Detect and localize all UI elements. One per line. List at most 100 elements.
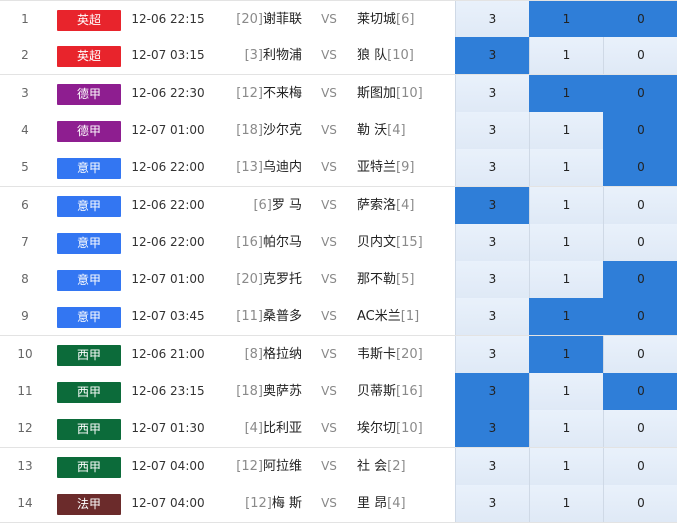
home-rank: [3] <box>244 48 263 64</box>
away-team-name: 莱切城 <box>357 12 397 27</box>
row-index: 8 <box>21 272 29 287</box>
away-team-name: 社 会 <box>357 458 388 474</box>
home-rank: [20] <box>236 272 263 288</box>
away-team: 社 会[2] <box>357 448 452 485</box>
odds-draw-button[interactable]: 1 <box>529 74 603 112</box>
away-team: AC米兰[1] <box>357 298 452 335</box>
odds-lose-button[interactable]: 0 <box>603 186 677 224</box>
vs-label: VS <box>321 272 337 287</box>
row-index: 9 <box>21 309 29 324</box>
table-row: 7 意甲 12-06 22:00 [16]帕尔马 VS 贝内文[15] 3 1 … <box>0 223 677 262</box>
odds-win-button[interactable]: 3 <box>455 484 529 522</box>
home-team: [18]沙尔克 <box>210 112 302 149</box>
odds-lose-button[interactable]: 0 <box>603 373 677 410</box>
odds-win-button[interactable]: 3 <box>455 298 529 336</box>
odds-draw-button[interactable]: 1 <box>529 373 603 410</box>
odds-win-button[interactable]: 3 <box>455 261 529 299</box>
odds-win-button[interactable]: 3 <box>455 373 529 410</box>
odds-lose-button[interactable]: 0 <box>603 149 677 187</box>
odds-win-button[interactable]: 3 <box>455 74 529 112</box>
odds-lose-button[interactable]: 0 <box>603 484 677 522</box>
away-team-name: 斯图加 <box>357 85 397 101</box>
odds-win-button[interactable]: 3 <box>455 447 529 485</box>
league-badge[interactable]: 西甲 <box>57 382 121 403</box>
home-team-name: 帕尔马 <box>262 234 302 250</box>
home-rank: [8] <box>244 346 263 362</box>
odds-draw-button[interactable]: 1 <box>529 335 603 373</box>
odds-win-button[interactable]: 3 <box>455 335 529 373</box>
odds-lose-button[interactable]: 0 <box>603 37 677 75</box>
odds-draw-button[interactable]: 1 <box>529 261 603 299</box>
league-badge[interactable]: 西甲 <box>57 344 121 366</box>
league-badge[interactable]: 意甲 <box>57 307 121 329</box>
league-badge[interactable]: 意甲 <box>57 195 121 217</box>
odds-win-button[interactable]: 3 <box>455 186 529 224</box>
league-badge[interactable]: 意甲 <box>57 158 121 180</box>
vs-label: VS <box>321 48 337 63</box>
odds-lose-button[interactable]: 0 <box>603 447 677 485</box>
odds-win-button[interactable]: 3 <box>455 223 529 261</box>
league-badge[interactable]: 西甲 <box>57 419 121 441</box>
away-team-name: AC米兰 <box>357 309 401 325</box>
odds-draw-button[interactable]: 1 <box>529 298 603 336</box>
odds-lose-button[interactable]: 0 <box>603 74 677 112</box>
odds-draw-button[interactable]: 1 <box>529 111 603 149</box>
away-team: 斯图加[10] <box>357 75 452 112</box>
league-badge[interactable]: 德甲 <box>57 83 121 105</box>
odds-draw-button[interactable]: 1 <box>529 37 603 75</box>
odds-lose-button[interactable]: 0 <box>603 335 677 373</box>
league-badge[interactable]: 意甲 <box>57 232 121 254</box>
odds-lose-button[interactable]: 0 <box>603 298 677 336</box>
vs-label: VS <box>321 384 337 398</box>
odds-draw-button[interactable]: 1 <box>529 1 603 38</box>
match-time: 12-06 22:00 <box>131 234 205 249</box>
league-badge[interactable]: 西甲 <box>57 456 121 478</box>
odds-win-button[interactable]: 3 <box>455 149 529 187</box>
away-team-name: 亚特兰 <box>357 160 397 176</box>
home-rank: [12] <box>236 458 263 474</box>
odds-lose-button[interactable]: 0 <box>603 223 677 261</box>
league-badge[interactable]: 英超 <box>57 10 121 31</box>
home-rank: [13] <box>236 160 263 176</box>
odds-draw-button[interactable]: 1 <box>529 447 603 485</box>
odds-draw-button[interactable]: 1 <box>529 186 603 224</box>
odds-draw-button[interactable]: 1 <box>529 410 603 448</box>
odds-win-button[interactable]: 3 <box>455 410 529 448</box>
away-team-name: 埃尔切 <box>357 421 397 437</box>
match-time: 12-07 04:00 <box>131 495 205 510</box>
away-rank: [10] <box>396 421 423 437</box>
league-badge[interactable]: 法甲 <box>57 493 121 515</box>
away-rank: [4] <box>387 122 406 138</box>
match-time: 12-06 22:00 <box>131 160 205 175</box>
table-row: 2 英超 12-07 03:15 [3]利物浦 VS 狼 队[10] 3 1 0 <box>0 37 677 76</box>
away-team-name: 贝蒂斯 <box>357 384 397 399</box>
vs-label: VS <box>321 458 337 473</box>
match-time: 12-06 22:30 <box>131 85 205 100</box>
odds-lose-button[interactable]: 0 <box>603 111 677 149</box>
league-badge[interactable]: 德甲 <box>57 120 121 142</box>
match-time: 12-07 03:45 <box>131 309 205 324</box>
odds-lose-button[interactable]: 0 <box>603 261 677 299</box>
odds-draw-button[interactable]: 1 <box>529 223 603 261</box>
home-team-name: 谢菲联 <box>262 12 302 27</box>
odds-win-button[interactable]: 3 <box>455 111 529 149</box>
match-time: 12-06 23:15 <box>131 384 205 398</box>
home-team: [11]桑普多 <box>210 298 302 335</box>
odds-draw-button[interactable]: 1 <box>529 484 603 522</box>
home-rank: [11] <box>236 309 263 325</box>
odds-win-button[interactable]: 3 <box>455 1 529 38</box>
away-team: 萨索洛[4] <box>357 187 452 224</box>
odds-win-button[interactable]: 3 <box>455 37 529 75</box>
home-team: [4]比利亚 <box>210 410 302 447</box>
home-rank: [20] <box>236 12 263 27</box>
home-team: [12]梅 斯 <box>210 485 302 522</box>
home-team: [12]阿拉维 <box>210 448 302 485</box>
odds-lose-button[interactable]: 0 <box>603 410 677 448</box>
row-index: 5 <box>21 160 29 175</box>
league-badge[interactable]: 意甲 <box>57 270 121 292</box>
league-badge[interactable]: 英超 <box>57 46 121 68</box>
odds-lose-button[interactable]: 0 <box>603 1 677 38</box>
home-team: [8]格拉纳 <box>210 336 302 373</box>
away-team: 韦斯卡[20] <box>357 336 452 373</box>
odds-draw-button[interactable]: 1 <box>529 149 603 187</box>
